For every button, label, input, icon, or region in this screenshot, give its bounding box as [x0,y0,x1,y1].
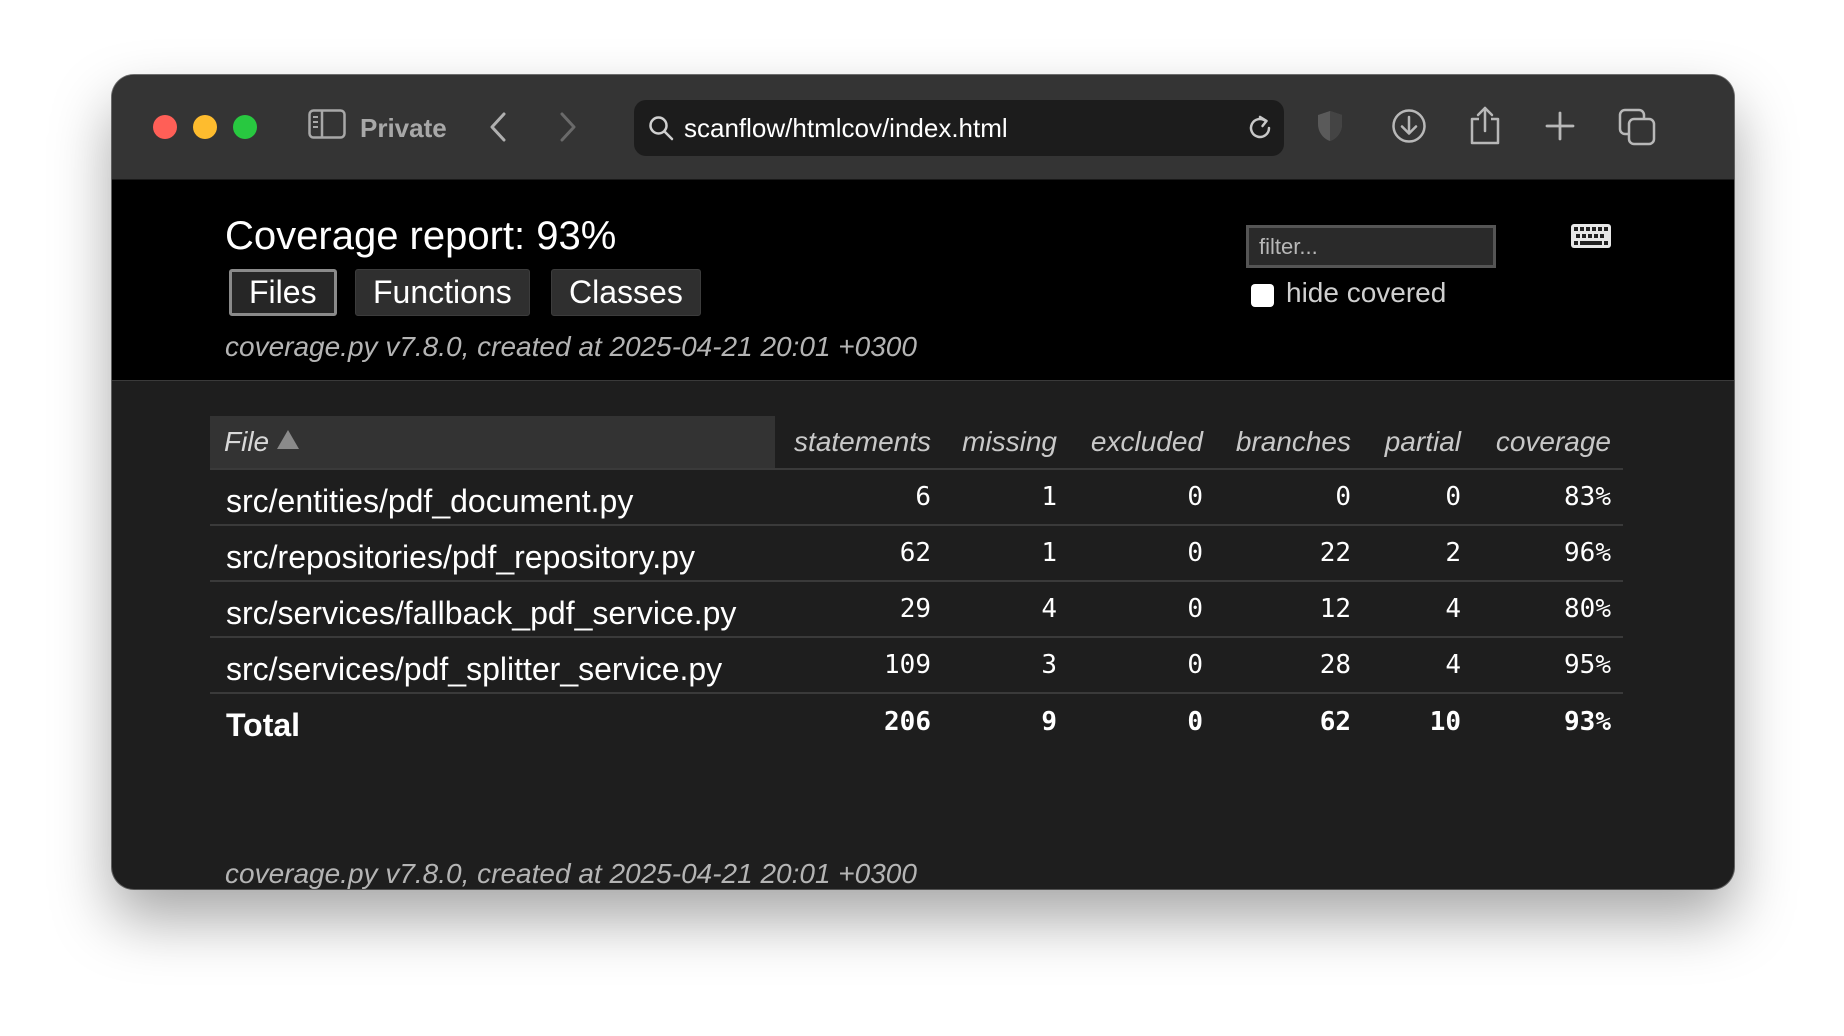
browser-window: Private scanflow/htmlcov/index.html Cove… [112,75,1734,889]
coverage-cell: 80% [1473,580,1623,637]
coverage-table: File statements missing excluded branche… [210,416,1623,749]
tab-files[interactable]: Files [229,269,337,316]
branches-cell: 12 [1215,580,1363,637]
column-header-partial[interactable]: partial [1363,416,1473,469]
forward-icon[interactable] [558,111,578,143]
page-title: Coverage report: 93% [225,214,617,258]
hide-covered-label: hide covered [1286,277,1447,308]
close-window-button[interactable] [153,115,177,139]
table-row: src/services/fallback_pdf_service.py 29 … [210,580,1623,637]
minimize-window-button[interactable] [193,115,217,139]
shield-icon[interactable] [1316,109,1344,143]
column-header-file[interactable]: File [210,416,775,469]
column-header-excluded[interactable]: excluded [1069,416,1215,469]
tab-overview-icon[interactable] [1618,108,1656,146]
coverage-cell: 83% [1473,468,1623,525]
hide-covered-checkbox[interactable] [1251,284,1274,307]
total-label: Total [210,692,775,749]
partial-cell: 0 [1363,468,1473,525]
table-header-row: File statements missing excluded branche… [210,416,1623,469]
partial-cell: 4 [1363,580,1473,637]
table-row: src/services/pdf_splitter_service.py 109… [210,636,1623,693]
total-missing: 9 [943,692,1069,749]
coverage-cell: 95% [1473,636,1623,693]
sidebar-icon[interactable] [308,109,346,139]
total-statements: 206 [775,692,943,749]
column-header-file-label: File [224,426,270,457]
statements-cell: 62 [775,524,943,581]
private-mode-label: Private [360,113,447,143]
file-link[interactable]: src/services/pdf_splitter_service.py [210,636,775,693]
total-coverage: 93% [1473,692,1623,749]
excluded-cell: 0 [1069,468,1215,525]
excluded-cell: 0 [1069,636,1215,693]
excluded-cell: 0 [1069,580,1215,637]
missing-cell: 1 [943,524,1069,581]
column-header-branches[interactable]: branches [1215,416,1363,469]
table-row: src/repositories/pdf_repository.py 62 1 … [210,524,1623,581]
excluded-cell: 0 [1069,524,1215,581]
total-branches: 62 [1215,692,1363,749]
download-icon[interactable] [1391,108,1427,144]
statements-cell: 109 [775,636,943,693]
zoom-window-button[interactable] [233,115,257,139]
tab-classes[interactable]: Classes [551,269,701,316]
total-partial: 10 [1363,692,1473,749]
missing-cell: 3 [943,636,1069,693]
total-row: Total 206 9 0 62 10 93% [210,692,1623,749]
coverage-cell: 96% [1473,524,1623,581]
back-icon[interactable] [488,111,508,143]
report-header: Coverage report: 93% Files Functions Cla… [112,180,1734,381]
sort-ascending-icon [277,430,300,449]
coverage-table-wrap: File statements missing excluded branche… [210,416,1623,749]
column-header-statements[interactable]: statements [775,416,943,469]
partial-cell: 2 [1363,524,1473,581]
branches-cell: 28 [1215,636,1363,693]
browser-toolbar: Private scanflow/htmlcov/index.html [112,75,1734,180]
branches-cell: 22 [1215,524,1363,581]
created-meta-bottom: coverage.py v7.8.0, created at 2025-04-2… [225,858,917,889]
address-bar[interactable]: scanflow/htmlcov/index.html [634,100,1284,156]
column-header-coverage[interactable]: coverage [1473,416,1623,469]
column-header-missing[interactable]: missing [943,416,1069,469]
total-excluded: 0 [1069,692,1215,749]
page-content: Coverage report: 93% Files Functions Cla… [112,180,1734,889]
share-icon[interactable] [1469,105,1501,145]
partial-cell: 4 [1363,636,1473,693]
statements-cell: 6 [775,468,943,525]
tab-functions[interactable]: Functions [355,269,530,316]
url-text: scanflow/htmlcov/index.html [684,113,1008,143]
search-icon [648,115,674,141]
missing-cell: 1 [943,468,1069,525]
branches-cell: 0 [1215,468,1363,525]
reload-icon[interactable] [1246,114,1274,142]
file-link[interactable]: src/repositories/pdf_repository.py [210,524,775,581]
table-row: src/entities/pdf_document.py 6 1 0 0 0 8… [210,468,1623,525]
file-link[interactable]: src/services/fallback_pdf_service.py [210,580,775,637]
statements-cell: 29 [775,580,943,637]
new-tab-icon[interactable] [1545,111,1575,141]
created-meta-top: coverage.py v7.8.0, created at 2025-04-2… [225,331,917,362]
file-link[interactable]: src/entities/pdf_document.py [210,468,775,525]
filter-input[interactable] [1246,225,1496,268]
keyboard-icon[interactable] [1571,224,1611,253]
missing-cell: 4 [943,580,1069,637]
